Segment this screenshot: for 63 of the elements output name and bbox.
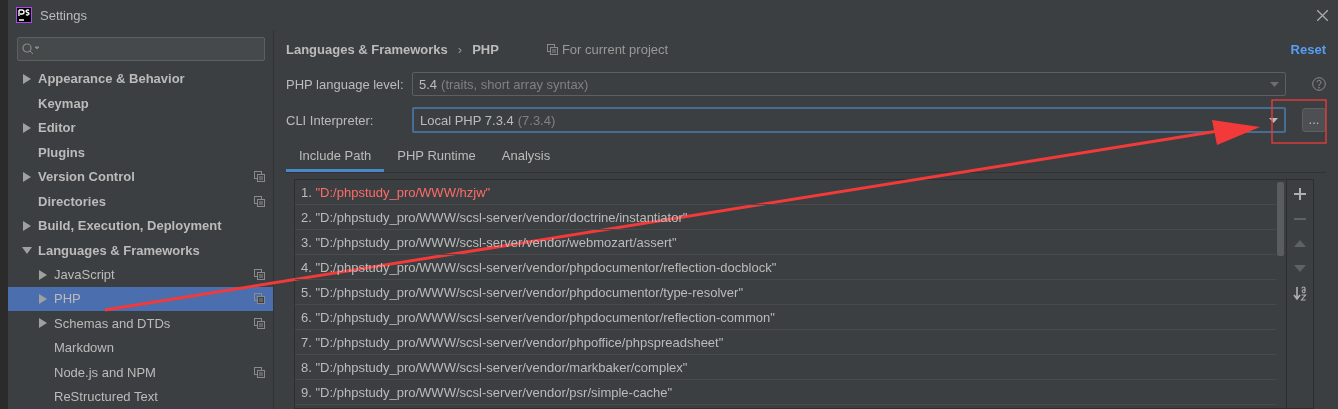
sort-icon — [1293, 286, 1307, 301]
tree-item[interactable]: JavaScript — [8, 262, 273, 287]
tab[interactable]: PHP Runtime — [384, 138, 489, 172]
tree-item[interactable]: Languages & Frameworks — [8, 237, 273, 263]
breadcrumb-item: Languages & Frameworks — [286, 41, 448, 57]
list-item[interactable]: 6. "D:/phpstudy_pro/WWW/scsl-server/vendor/phpdocumentor/reflection-common" — [295, 305, 1276, 330]
tree-item[interactable]: Keymap — [8, 91, 273, 116]
list-item[interactable]: 2. "D:/phpstudy_pro/WWW/scsl-server/vendor/doctrine/instantiator" — [295, 205, 1276, 230]
tab[interactable]: Analysis — [488, 138, 564, 172]
reset-link[interactable]: Reset — [1290, 41, 1326, 57]
list-item[interactable]: 8. "D:/phpstudy_pro/WWW/scsl-server/vendor/markbaker/complex" — [295, 355, 1276, 380]
toolbar-button[interactable] — [1290, 284, 1310, 303]
tree-item[interactable]: Editor — [8, 115, 273, 140]
tree-item[interactable]: Version Control — [8, 164, 273, 189]
window-title: Settings — [40, 7, 88, 23]
tree-item[interactable]: Node.js and NPM — [8, 360, 273, 385]
move-down-icon — [1294, 265, 1306, 272]
project-scope-icon — [254, 317, 265, 329]
expand-arrow-icon[interactable] — [22, 122, 32, 133]
tree-item[interactable]: Schemas and DTDs — [8, 311, 273, 336]
tree-item[interactable]: Plugins — [8, 139, 273, 165]
project-scope-icon — [254, 293, 265, 305]
scope-label: For current project — [561, 41, 669, 57]
project-scope-icon — [254, 269, 265, 280]
collapse-arrow-icon[interactable] — [22, 245, 32, 256]
search-icon — [22, 42, 40, 55]
project-scope-icon — [254, 171, 265, 183]
dropdown-arrow-icon — [1270, 81, 1279, 87]
scrollbar-thumb[interactable] — [1277, 182, 1284, 256]
dropdown[interactable]: Local PHP 7.3.4 (7.3.4) — [412, 107, 1286, 133]
list-item[interactable]: 7. "D:/phpstudy_pro/WWW/scsl-server/vendor/phpoffice/phpspreadsheet" — [295, 330, 1276, 355]
dropdown[interactable]: 5.4 (traits, short array syntax) — [412, 72, 1286, 96]
project-scope-icon — [546, 43, 558, 55]
move-up-icon — [1294, 240, 1306, 247]
list-item[interactable]: 5. "D:/phpstudy_pro/WWW/scsl-server/vendor/phpdocumentor/type-resolver" — [295, 280, 1276, 305]
expand-arrow-icon[interactable] — [22, 171, 32, 182]
breadcrumb-separator: › — [457, 41, 463, 57]
add-icon — [1294, 187, 1306, 200]
expand-arrow-icon[interactable] — [22, 73, 32, 84]
list-item[interactable]: 9. "D:/phpstudy_pro/WWW/scsl-server/vendor/psr/simple-cache" — [295, 380, 1276, 405]
breadcrumb-item: PHP — [472, 41, 499, 57]
tree-item[interactable]: Build, Execution, Deployment — [8, 213, 273, 238]
tree-item[interactable]: ReStructured Text — [8, 384, 273, 409]
search-field[interactable] — [17, 37, 265, 61]
field-label: CLI Interpreter: — [286, 112, 375, 128]
tree-item[interactable]: Appearance & Behavior — [8, 66, 273, 91]
expand-arrow-icon[interactable] — [38, 318, 48, 329]
help-icon[interactable] — [1312, 77, 1326, 91]
tree-item[interactable]: Directories — [8, 188, 273, 214]
highlight-rectangle — [1271, 99, 1327, 144]
tab[interactable]: Include Path — [286, 138, 385, 172]
browse-button[interactable]: ... — [1302, 108, 1326, 132]
list-item[interactable]: 1. "D:/phpstudy_pro/WWW/hzjw" — [295, 180, 1276, 205]
field-label: PHP language level: — [286, 76, 405, 92]
app-logo-icon — [16, 7, 32, 23]
dropdown-arrow-icon — [1269, 117, 1278, 123]
expand-arrow-icon[interactable] — [22, 220, 32, 231]
project-scope-icon — [254, 195, 265, 207]
project-scope-icon — [254, 366, 265, 378]
close-icon[interactable] — [1317, 9, 1328, 21]
expand-arrow-icon[interactable] — [38, 269, 48, 280]
tree-item[interactable]: Markdown — [8, 335, 273, 361]
remove-icon — [1294, 217, 1306, 220]
